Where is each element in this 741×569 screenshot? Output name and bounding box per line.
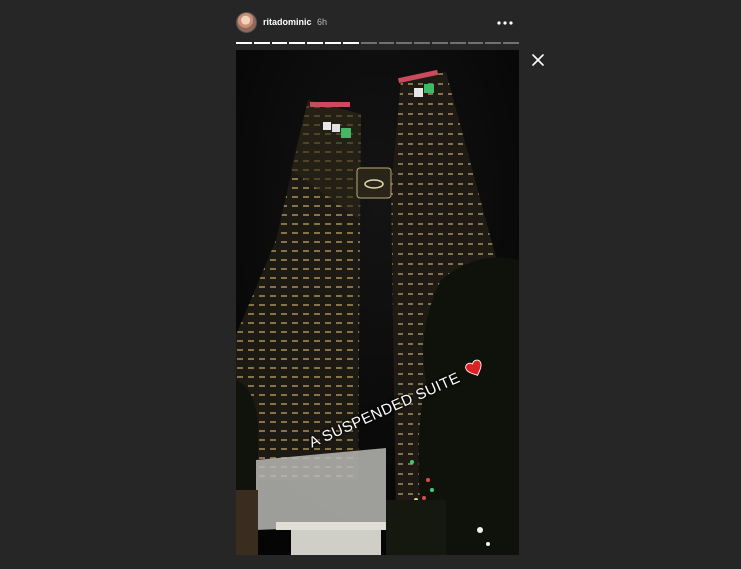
progress-segment [503,42,519,44]
progress-segment [271,42,288,44]
progress-segment [236,42,252,44]
more-options-button[interactable] [495,14,515,32]
progress-segment [289,42,306,44]
progress-segment [360,42,377,44]
close-button[interactable] [529,51,547,69]
progress-segment [253,42,270,44]
progress-segment [378,42,395,44]
more-horizontal-icon [497,21,513,25]
close-icon [532,54,544,66]
progress-segment [307,42,324,44]
progress-segment [342,42,359,44]
progress-segment [449,42,466,44]
progress-segment [414,42,430,44]
progress-segment [431,42,448,44]
avatar[interactable] [236,12,257,33]
story-progress-bar [236,42,519,44]
username[interactable]: ritadominic [263,17,312,27]
story-media[interactable]: A SUSPENDED SUITE [236,50,519,555]
progress-segment [467,42,484,44]
story-header: ritadominic 6h [236,11,519,35]
progress-segment [325,42,341,44]
timestamp: 6h [317,17,328,27]
story-photo [236,50,519,555]
progress-segment [396,42,413,44]
progress-segment [485,42,502,44]
